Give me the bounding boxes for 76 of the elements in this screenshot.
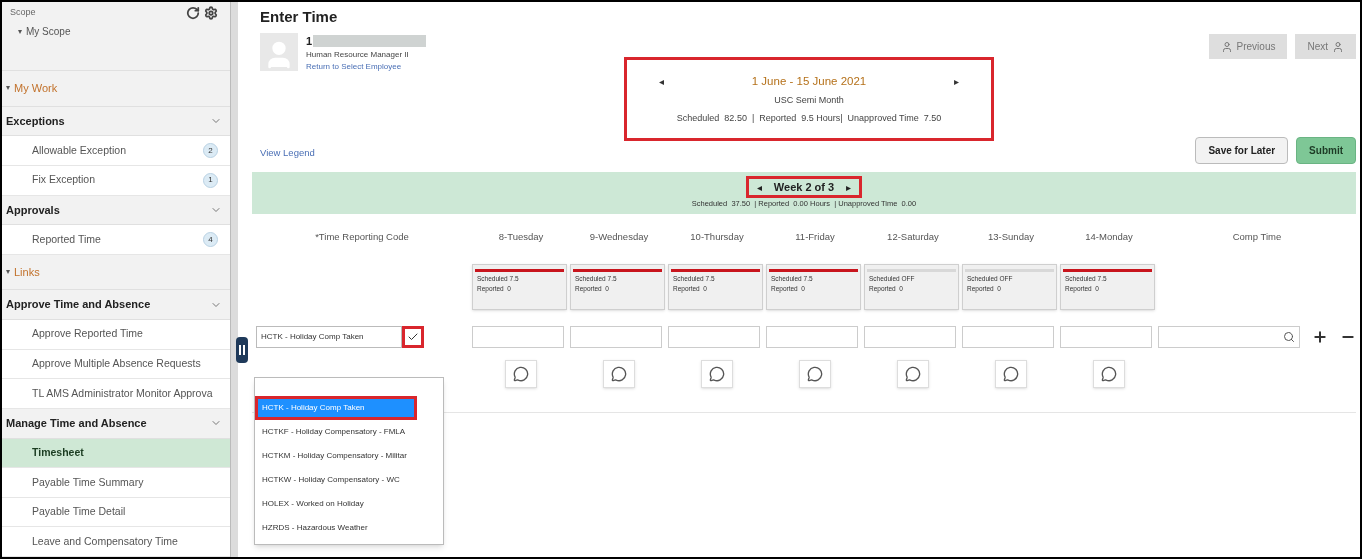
employee-nav-button[interactable]: Next [1295, 34, 1356, 59]
sidebar-section[interactable]: ▾ Links [2, 254, 230, 291]
refresh-icon[interactable] [186, 6, 200, 20]
sidebar-item[interactable]: Timesheet [2, 438, 230, 469]
sidebar-group-header[interactable]: Exceptions [2, 106, 230, 137]
comment-button[interactable] [1093, 360, 1125, 389]
collapse-arrow: ▾ [6, 266, 10, 279]
search-icon[interactable] [1283, 331, 1295, 344]
comment-button[interactable] [701, 360, 733, 389]
count-badge: 4 [203, 232, 218, 247]
action-button[interactable]: Submit [1296, 137, 1356, 164]
column-header: 13-Sunday [987, 230, 1035, 244]
pane-toggle-button[interactable] [236, 337, 248, 363]
period-range: 1 June - 15 June 2021 [751, 73, 867, 89]
sidebar-scrollbar[interactable] [230, 2, 238, 557]
speech-bubble-icon [807, 366, 823, 383]
previous-period-arrow[interactable]: ◂ [659, 74, 664, 89]
sidebar-group-header[interactable]: Manage Time and Absence [2, 408, 230, 439]
count-badge: 2 [203, 143, 218, 159]
dropdown-option[interactable]: HCTKM - Holiday Compensatory - Militar [255, 444, 443, 468]
column-header: 12-Saturday [886, 230, 940, 244]
return-link[interactable]: Return to Select Employee [306, 61, 427, 73]
speech-bubble-icon [1003, 366, 1019, 383]
hours-input[interactable] [766, 326, 858, 349]
week-label: Week 2 of 3 [773, 180, 835, 196]
person-icon [1332, 40, 1344, 53]
hours-input[interactable] [570, 326, 662, 349]
comment-button[interactable] [897, 360, 929, 389]
dropdown-option[interactable]: HZRDS - Hazardous Weather [255, 516, 443, 540]
column-header: 8-Tuesday [497, 230, 545, 244]
next-week-arrow[interactable]: ▸ [846, 179, 852, 195]
scope-label: Scope [10, 6, 36, 20]
next-period-arrow[interactable]: ▸ [954, 74, 959, 89]
speech-bubble-icon [513, 366, 529, 383]
speech-bubble-icon [611, 366, 627, 383]
column-header: *Time Reporting Code [314, 230, 410, 244]
period-summary: Scheduled 82.50 | Reported 9.5 Hours| Unapproved Time 7.50 [676, 111, 942, 125]
speech-bubble-icon [905, 366, 921, 383]
time-reporting-code-select[interactable]: HCTK - Holiday Comp Taken [256, 326, 402, 349]
column-header: Comp Time [1231, 230, 1283, 244]
comp-time-input[interactable] [1158, 326, 1300, 349]
collapse-arrow: ▾ [6, 82, 10, 95]
dropdown-option[interactable]: HCTKW - Holiday Compensatory - WC [255, 468, 443, 492]
view-legend-link[interactable]: View Legend [260, 145, 315, 160]
column-header: 10-Thursday [689, 230, 745, 244]
column-header: 14-Monday [1084, 230, 1134, 244]
action-button[interactable]: Save for Later [1195, 137, 1289, 164]
sidebar-section[interactable]: ▾ My Work [2, 71, 230, 107]
collapse-arrow: ▾ [18, 25, 22, 38]
settings-icon[interactable] [204, 6, 218, 20]
person-icon [1220, 40, 1233, 53]
dropdown-option[interactable]: HCTKF - Holiday Compensatory - FMLA [255, 420, 443, 444]
column-header: 9-Wednesday [588, 230, 650, 244]
previous-week-arrow[interactable]: ◂ [756, 179, 762, 195]
sidebar-group-header[interactable]: Approve Time and Absence [2, 290, 230, 320]
comment-button[interactable] [505, 360, 537, 389]
hours-input[interactable] [668, 326, 760, 349]
comment-button[interactable] [799, 360, 831, 389]
hours-input[interactable] [472, 326, 564, 349]
hours-input[interactable] [864, 326, 956, 349]
scope-item[interactable]: My Scope [26, 24, 71, 39]
comment-button[interactable] [603, 360, 635, 389]
speech-bubble-icon [1101, 366, 1117, 383]
comment-button[interactable] [995, 360, 1027, 389]
count-badge: 1 [203, 172, 218, 188]
page-title: Enter Time [260, 7, 339, 27]
hours-input[interactable] [962, 326, 1054, 349]
hours-input[interactable] [1060, 326, 1152, 349]
column-header: 11-Friday [794, 230, 836, 244]
employee-job-title: Human Resource Manager II [306, 49, 410, 61]
speech-bubble-icon [709, 366, 725, 383]
sidebar-group-header[interactable]: Approvals [2, 195, 230, 226]
employee-name: 1 [306, 33, 313, 49]
period-type: USC Semi Month [774, 94, 844, 108]
employee-nav-button[interactable]: Previous [1208, 34, 1288, 59]
dropdown-option[interactable]: HOLEX - Worked on Holiday [255, 492, 443, 516]
